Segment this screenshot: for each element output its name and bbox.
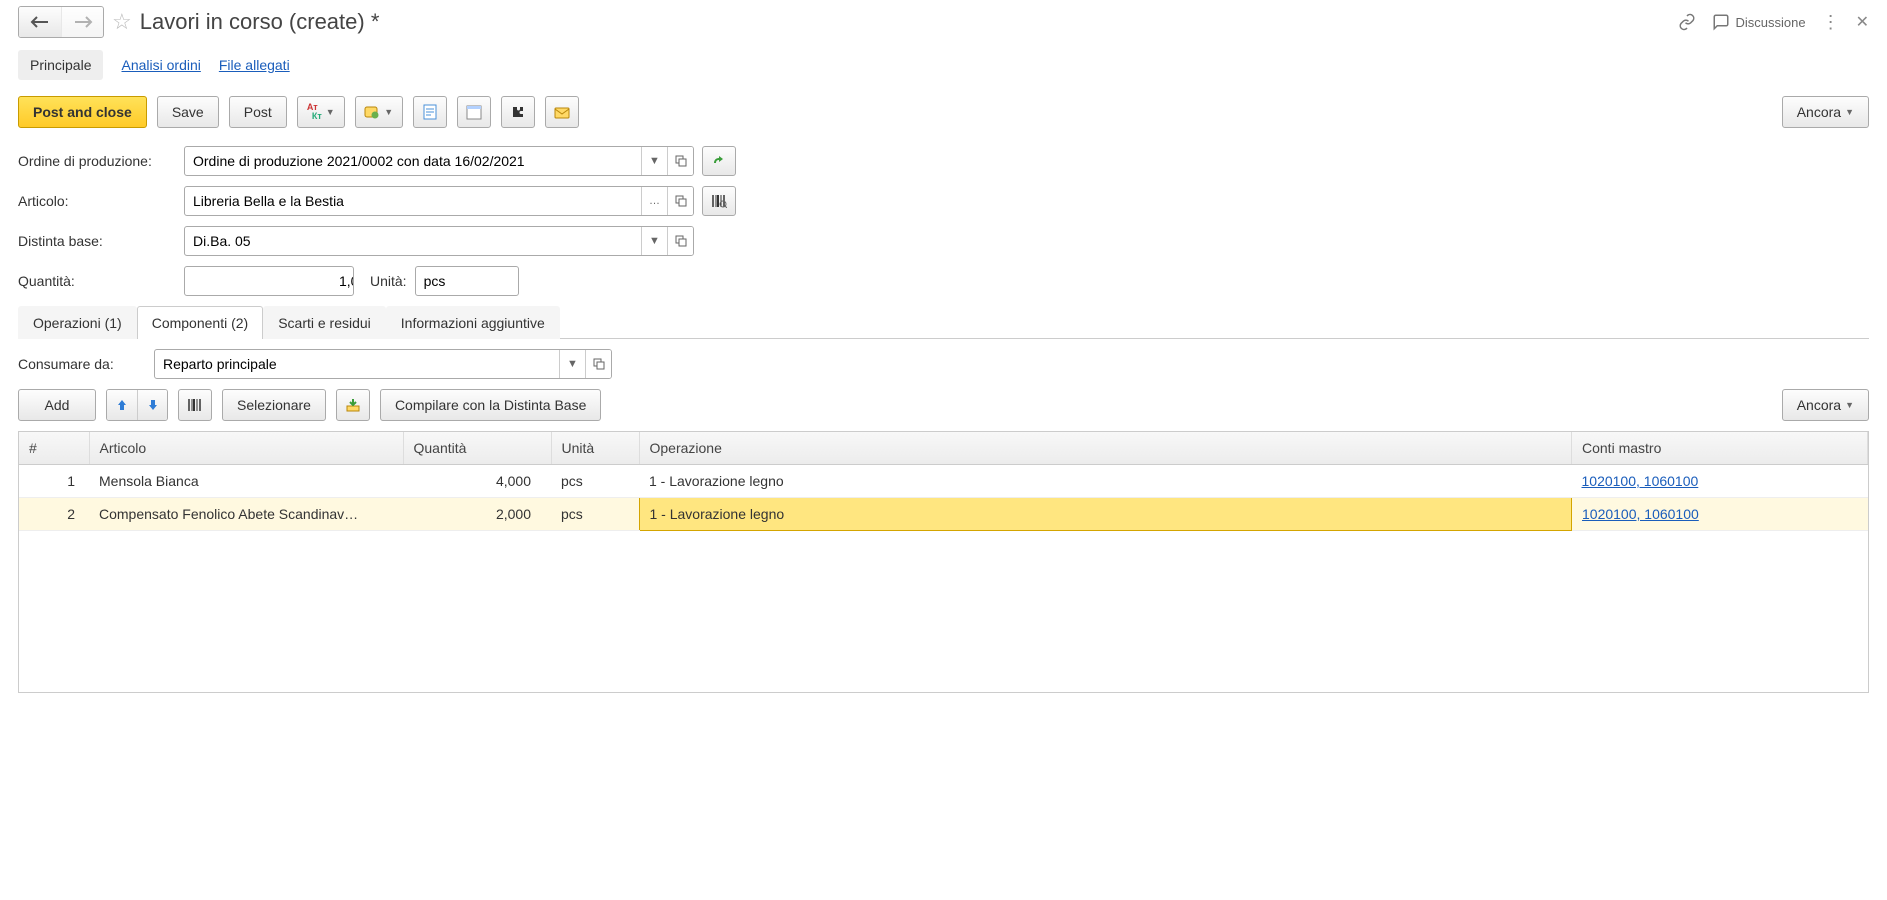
ancora-button[interactable]: Ancora ▼: [1782, 96, 1869, 128]
articolo-select-icon[interactable]: …: [641, 187, 667, 215]
import-button[interactable]: [336, 389, 370, 421]
articolo-label: Articolo:: [18, 193, 176, 209]
ordine-label: Ordine di produzione:: [18, 153, 176, 169]
post-button[interactable]: Post: [229, 96, 287, 128]
nav-forward-button: [61, 7, 103, 37]
cell-operazione: 1 - Lavorazione legno: [639, 465, 1572, 498]
articolo-input[interactable]: [185, 187, 641, 215]
col-header-num[interactable]: #: [19, 432, 89, 465]
consumare-open-icon[interactable]: [585, 350, 611, 378]
table-ancora-label: Ancora: [1797, 397, 1841, 413]
cell-quantita: 4,000: [403, 465, 551, 498]
cell-articolo: Mensola Bianca: [89, 465, 403, 498]
col-header-unita[interactable]: Unità: [551, 432, 639, 465]
tab-file-allegati[interactable]: File allegati: [219, 50, 290, 80]
col-header-articolo[interactable]: Articolo: [89, 432, 403, 465]
cell-unita: pcs: [551, 498, 639, 531]
move-down-button[interactable]: [137, 390, 167, 420]
quantita-input-group: [184, 266, 354, 296]
barcode-scan-button[interactable]: [178, 389, 212, 421]
ordine-refresh-button[interactable]: [702, 146, 736, 176]
components-table-wrap: # Articolo Quantità Unità Operazione Con…: [18, 431, 1869, 693]
puzzle-icon-button[interactable]: [501, 96, 535, 128]
col-header-quantita[interactable]: Quantità: [403, 432, 551, 465]
cell-conti-link[interactable]: 1020100, 1060100: [1582, 506, 1699, 522]
accounting-entries-button[interactable]: Ат Кт ▼: [297, 96, 345, 128]
subtab-scarti[interactable]: Scarti e residui: [263, 306, 386, 339]
page-title: Lavori in corso (create) *: [140, 9, 380, 35]
unita-label: Unità:: [370, 273, 407, 289]
distinta-input[interactable]: [185, 227, 641, 255]
post-and-close-button[interactable]: Post and close: [18, 96, 147, 128]
ordine-dropdown-icon[interactable]: ▼: [641, 147, 667, 175]
consumare-input[interactable]: [155, 350, 559, 378]
distinta-input-group: ▼: [184, 226, 694, 256]
link-icon[interactable]: [1678, 13, 1696, 31]
table-ancora-button[interactable]: Ancora ▼: [1782, 389, 1869, 421]
subtab-info-aggiuntive[interactable]: Informazioni aggiuntive: [386, 306, 560, 339]
col-header-operazione[interactable]: Operazione: [639, 432, 1572, 465]
favorite-star-icon[interactable]: ☆: [112, 9, 132, 35]
close-icon[interactable]: ✕: [1856, 12, 1869, 32]
more-vertical-icon[interactable]: ⋮: [1822, 12, 1840, 33]
consumare-dropdown-icon[interactable]: ▼: [559, 350, 585, 378]
cell-num: 2: [19, 498, 89, 531]
cell-operazione-active[interactable]: 1 - Lavorazione legno: [639, 498, 1572, 531]
table-row[interactable]: 2 Compensato Fenolico Abete Scandinav… 2…: [19, 498, 1868, 531]
quantita-label: Quantità:: [18, 273, 176, 289]
nav-history: [18, 6, 104, 38]
cell-conti-link[interactable]: 1020100, 1060100: [1582, 473, 1699, 489]
ordine-input-group: ▼: [184, 146, 694, 176]
distinta-dropdown-icon[interactable]: ▼: [641, 227, 667, 255]
discussion-label: Discussione: [1736, 15, 1806, 30]
compilare-button[interactable]: Compilare con la Distinta Base: [380, 389, 601, 421]
cell-num: 1: [19, 465, 89, 498]
consumare-label: Consumare da:: [18, 356, 146, 372]
distinta-open-icon[interactable]: [667, 227, 693, 255]
cell-unita: pcs: [551, 465, 639, 498]
folder-mail-icon-button[interactable]: [545, 96, 579, 128]
create-based-on-button[interactable]: ▼: [355, 96, 403, 128]
cell-articolo: Compensato Fenolico Abete Scandinav…: [89, 498, 403, 531]
unita-input-group: ▼: [415, 266, 519, 296]
move-row-buttons: [106, 389, 168, 421]
document-icon-button[interactable]: [413, 96, 447, 128]
ordine-input[interactable]: [185, 147, 641, 175]
distinta-label: Distinta base:: [18, 233, 176, 249]
discussion-button[interactable]: Discussione: [1712, 13, 1806, 31]
consumare-input-group: ▼: [154, 349, 612, 379]
tab-analisi-ordini[interactable]: Analisi ordini: [121, 50, 200, 80]
nav-back-button[interactable]: [19, 7, 61, 37]
add-row-button[interactable]: Add: [18, 389, 96, 421]
quantita-input[interactable]: [185, 267, 354, 295]
ordine-open-icon[interactable]: [667, 147, 693, 175]
subtab-componenti[interactable]: Componenti (2): [137, 306, 264, 339]
move-up-button[interactable]: [107, 390, 137, 420]
subtab-operazioni[interactable]: Operazioni (1): [18, 306, 137, 339]
articolo-barcode-button[interactable]: [702, 186, 736, 216]
components-table[interactable]: # Articolo Quantità Unità Operazione Con…: [19, 432, 1868, 531]
selezionare-button[interactable]: Selezionare: [222, 389, 326, 421]
unita-input[interactable]: [416, 267, 519, 295]
articolo-open-icon[interactable]: [667, 187, 693, 215]
save-button[interactable]: Save: [157, 96, 219, 128]
tab-principale[interactable]: Principale: [18, 50, 103, 80]
col-header-conti[interactable]: Conti mastro: [1572, 432, 1868, 465]
cell-quantita: 2,000: [403, 498, 551, 531]
calendar-icon-button[interactable]: [457, 96, 491, 128]
ancora-label: Ancora: [1797, 104, 1841, 120]
table-row[interactable]: 1 Mensola Bianca 4,000 pcs 1 - Lavorazio…: [19, 465, 1868, 498]
articolo-input-group: …: [184, 186, 694, 216]
